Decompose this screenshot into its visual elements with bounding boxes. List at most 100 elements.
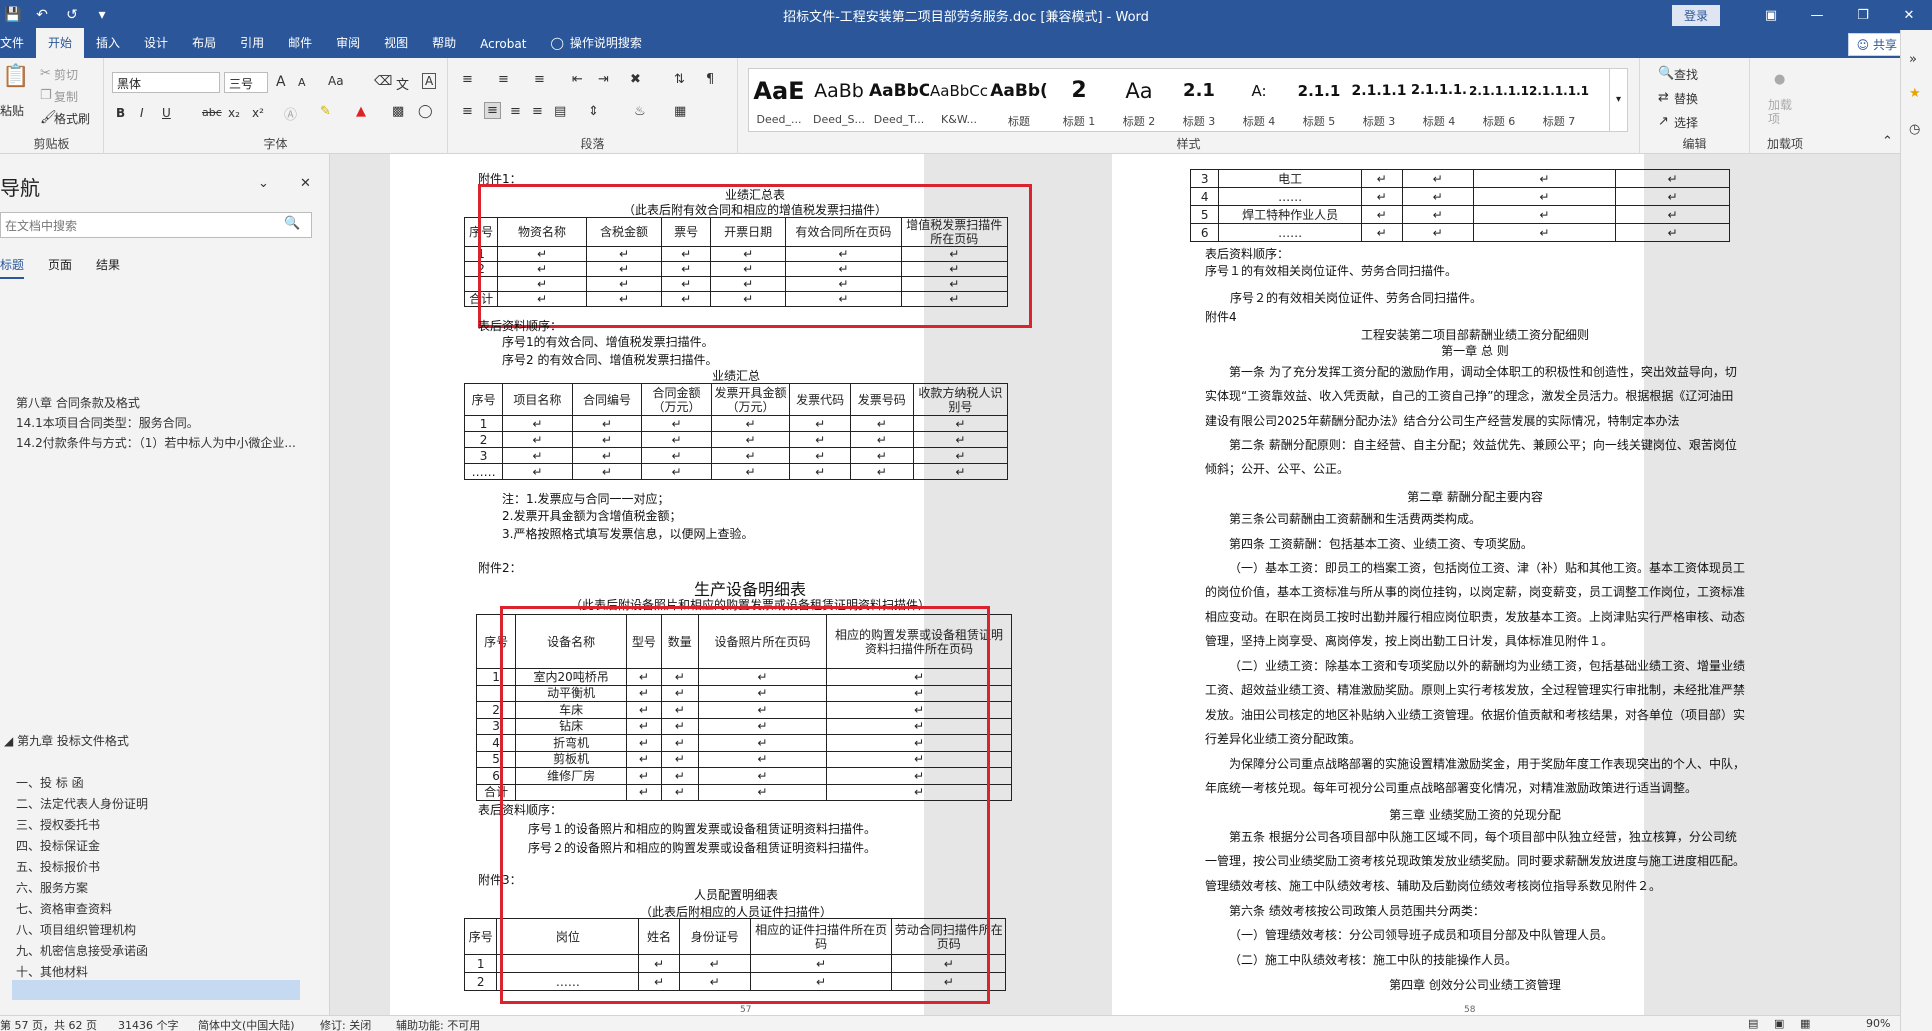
sort-icon[interactable]: ⇅ — [674, 72, 685, 87]
tab-insert[interactable]: 插入 — [84, 28, 132, 58]
print-layout-icon[interactable]: ▣ — [1774, 1017, 1784, 1030]
align-center-icon[interactable]: ≡ — [484, 102, 501, 119]
tab-references[interactable]: 引用 — [228, 28, 276, 58]
text-effects-icon[interactable]: Ⓐ — [284, 104, 297, 123]
tab-mailings[interactable]: 邮件 — [276, 28, 324, 58]
save-icon[interactable]: 💾 — [4, 7, 21, 23]
change-case-button[interactable]: Aa — [328, 74, 344, 88]
replace-button[interactable]: 替换 — [1674, 90, 1698, 107]
nav-item-9-2[interactable]: 二、法定代表人身份证明 — [16, 795, 148, 812]
ribbon-display-icon[interactable]: ▣ — [1748, 8, 1794, 23]
status-language[interactable]: 简体中文(中国大陆) — [198, 1017, 295, 1031]
char-border-button[interactable]: A — [422, 73, 437, 89]
italic-button[interactable]: I — [140, 106, 144, 120]
read-mode-icon[interactable]: ▤ — [1748, 1017, 1758, 1030]
style-item-11[interactable]: 2.1.1.1. 标题 4 — [1409, 69, 1469, 149]
clear-format-icon[interactable]: ⌫ — [374, 74, 392, 89]
paste-button[interactable]: 粘贴 — [0, 102, 24, 119]
nav-tab-headings[interactable]: 标题 — [0, 256, 25, 279]
nav-chapter-8[interactable]: 第八章 合同条款及格式 — [16, 394, 140, 411]
borders-icon[interactable]: ▦ — [674, 104, 686, 119]
increease-indent-icon[interactable]: ⇥ — [598, 72, 609, 87]
copy-button[interactable]: 复制 — [54, 88, 78, 105]
cut-button[interactable]: 剪切 — [54, 66, 78, 83]
customize-qat-icon[interactable]: ▾ — [94, 7, 110, 23]
favorite-icon[interactable]: ★ — [1909, 86, 1921, 101]
bold-button[interactable]: B — [116, 106, 125, 120]
nav-search-input[interactable]: 在文档中搜索 — [0, 212, 312, 238]
tab-review[interactable]: 审阅 — [324, 28, 372, 58]
style-item-2[interactable]: AaBbC Deed_T... — [869, 69, 929, 149]
underline-button[interactable]: U — [162, 106, 171, 120]
style-item-3[interactable]: AaBbCc K&W... — [929, 69, 989, 149]
shading-icon[interactable]: ♨ — [634, 104, 646, 119]
bullets-icon[interactable]: ≡ — [462, 72, 473, 87]
style-item-4[interactable]: AaBb(标题 — [989, 69, 1049, 149]
paste-icon[interactable]: 📋 — [2, 64, 29, 89]
subscript-button[interactable]: x₂ — [228, 106, 240, 120]
strikethrough-button[interactable]: abc — [202, 106, 222, 119]
show-marks-icon[interactable]: ¶ — [706, 72, 714, 87]
nav-item-9-3[interactable]: 三、授权委托书 — [16, 816, 100, 833]
style-item-13[interactable]: 2.1.1.1.1. 标题 7 — [1529, 69, 1589, 149]
highlight-icon[interactable]: ✎ — [320, 104, 331, 119]
find-button[interactable]: 查找 — [1674, 66, 1698, 83]
style-item-1[interactable]: AaBb Deed_S... — [809, 69, 869, 149]
align-right-icon[interactable]: ≡ — [510, 104, 521, 119]
collapse-ribbon-icon[interactable]: ⌃ — [1882, 134, 1893, 149]
line-spacing-icon[interactable]: ⇕ — [588, 104, 599, 119]
shrink-font-button[interactable]: A — [298, 76, 306, 89]
decrease-indent-icon[interactable]: ⇤ — [572, 72, 583, 87]
style-item-9[interactable]: 2.1.1 标题 5 — [1289, 69, 1349, 149]
close-icon[interactable]: ✕ — [1886, 8, 1932, 23]
nav-item-9-9[interactable]: 九、机密信息接受承诺函 — [16, 942, 148, 959]
redo-icon[interactable]: ↺ — [64, 7, 80, 23]
grow-font-button[interactable]: A — [276, 74, 286, 90]
font-name-combo[interactable]: 黑体 — [112, 72, 220, 93]
nav-tab-pages[interactable]: 页面 — [48, 256, 72, 279]
status-zoom[interactable]: 90% — [1866, 1017, 1890, 1030]
font-size-combo[interactable]: 三号 — [224, 72, 268, 93]
nav-item-14-1[interactable]: 14.1本项目合同类型：服务合同。 — [16, 414, 199, 431]
nav-item-9-8[interactable]: 八、项目组织管理机构 — [16, 921, 136, 938]
history-icon[interactable]: ◷ — [1909, 122, 1920, 137]
style-item-8[interactable]: A: 标题 4 — [1229, 69, 1289, 149]
tell-me-search[interactable]: ◯ 操作说明搜索 — [538, 28, 653, 58]
char-shading-icon[interactable]: ▩ — [392, 104, 404, 119]
nav-item-9-4[interactable]: 四、投标保证金 — [16, 837, 100, 854]
enclose-char-icon[interactable]: ◯ — [418, 104, 433, 119]
style-item-10[interactable]: 2.1.1.1 标题 3 — [1349, 69, 1409, 149]
numbering-icon[interactable]: ≡ — [498, 72, 509, 87]
status-page[interactable]: 第 57 页，共 62 页 — [0, 1017, 97, 1031]
minimize-icon[interactable]: — — [1794, 8, 1840, 23]
style-item-6[interactable]: Aa 标题 2 — [1109, 69, 1169, 149]
style-item-5[interactable]: 2 标题 1 — [1049, 69, 1109, 149]
distributed-icon[interactable]: ▤ — [554, 104, 566, 119]
tab-home[interactable]: 开始 — [36, 28, 85, 58]
nav-item-9-6[interactable]: 六、服务方案 — [16, 879, 88, 896]
share-button[interactable]: ☺ 共享 — [1847, 33, 1906, 56]
multilevel-icon[interactable]: ≡ — [534, 72, 545, 87]
tab-acrobat[interactable]: Acrobat — [468, 31, 538, 58]
nav-options-icon[interactable]: ⌄ — [258, 176, 269, 191]
tab-design[interactable]: 设计 — [132, 28, 180, 58]
nav-item-9-10[interactable]: 十、其他材料 — [16, 963, 88, 980]
tab-view[interactable]: 视图 — [372, 28, 420, 58]
nav-chapter-9[interactable]: ◢ 第九章 投标文件格式 — [4, 732, 129, 749]
tab-help[interactable]: 帮助 — [420, 28, 468, 58]
style-item-0[interactable]: AaE Deed_... — [749, 69, 809, 149]
nav-item-9-1[interactable]: 一、投 标 函 — [16, 774, 84, 791]
status-accessibility[interactable]: 辅助功能: 不可用 — [396, 1017, 480, 1031]
font-color-icon[interactable]: ▲ — [356, 104, 366, 119]
status-words[interactable]: 31436 个字 — [118, 1017, 179, 1031]
nav-search-icon[interactable]: 🔍 — [284, 216, 300, 231]
undo-icon[interactable]: ↶ — [34, 7, 50, 23]
nav-item-9-7[interactable]: 七、资格审查资料 — [16, 900, 112, 917]
nav-item-9-5[interactable]: 五、投标报价书 — [16, 858, 100, 875]
phonetic-icon[interactable]: 文 — [396, 74, 409, 93]
nav-close-icon[interactable]: ✕ — [300, 176, 311, 191]
tab-layout[interactable]: 布局 — [180, 28, 228, 58]
styles-more-icon[interactable]: ▾ — [1609, 69, 1627, 131]
tab-file[interactable]: 文件 — [0, 28, 36, 58]
addins-button[interactable]: 加载项 — [1768, 98, 1796, 126]
